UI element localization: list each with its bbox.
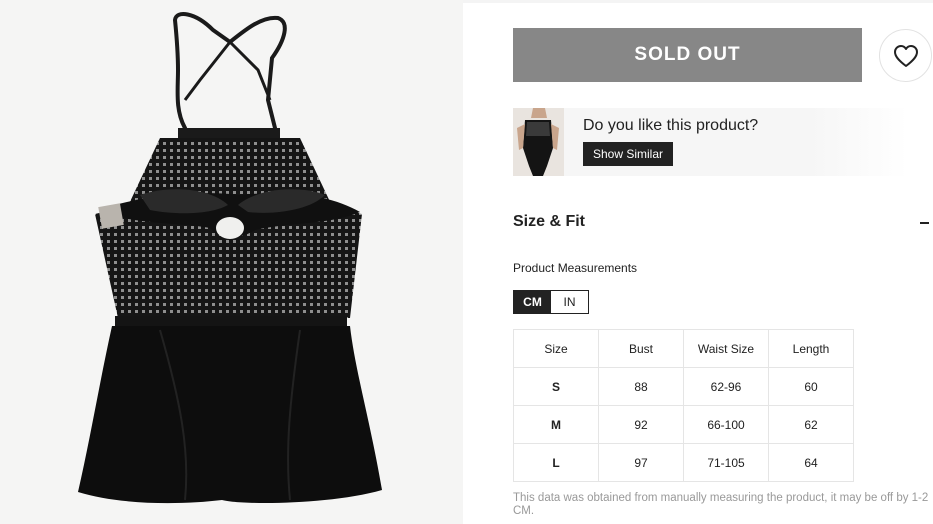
table-cell: M bbox=[513, 405, 599, 444]
table-cell: 66-100 bbox=[683, 405, 769, 444]
table-cell: 60 bbox=[768, 367, 854, 406]
measurement-disclaimer: This data was obtained from manually mea… bbox=[513, 492, 929, 517]
product-image bbox=[0, 0, 463, 524]
product-measurements-label: Product Measurements bbox=[513, 261, 638, 275]
swimsuit-photo bbox=[0, 0, 463, 524]
unit-toggle: CM IN bbox=[513, 290, 589, 314]
model-photo-icon bbox=[513, 108, 564, 176]
table-cell: S bbox=[513, 367, 599, 406]
show-similar-button[interactable]: Show Similar bbox=[583, 142, 674, 166]
heart-icon bbox=[893, 44, 918, 67]
similar-product-thumbnail[interactable] bbox=[513, 108, 564, 176]
table-cell: 64 bbox=[768, 443, 854, 482]
table-row: S 88 62-96 60 bbox=[513, 367, 854, 406]
similar-question: Do you like this product? bbox=[583, 117, 759, 134]
size-table: Size Bust Waist Size Length S 88 62-96 6… bbox=[513, 329, 854, 482]
collapse-minus-icon[interactable] bbox=[920, 222, 929, 224]
table-header-row: Size Bust Waist Size Length bbox=[513, 329, 854, 368]
wishlist-button[interactable] bbox=[879, 29, 932, 82]
similar-products-banner: Do you like this product? Show Similar bbox=[513, 108, 908, 176]
size-fit-title[interactable]: Size & Fit bbox=[513, 213, 585, 231]
sold-out-button[interactable]: SOLD OUT bbox=[513, 28, 862, 82]
top-divider bbox=[463, 0, 933, 3]
column-header: Size bbox=[513, 329, 599, 368]
column-header: Length bbox=[768, 329, 854, 368]
table-cell: 88 bbox=[598, 367, 684, 406]
table-cell: 92 bbox=[598, 405, 684, 444]
column-header: Bust bbox=[598, 329, 684, 368]
table-row: L 97 71-105 64 bbox=[513, 443, 854, 482]
column-header: Waist Size bbox=[683, 329, 769, 368]
table-cell: 71-105 bbox=[683, 443, 769, 482]
product-details-panel: SOLD OUT Do you like this product? Show … bbox=[463, 0, 933, 524]
unit-cm-button[interactable]: CM bbox=[514, 291, 551, 313]
table-cell: 62-96 bbox=[683, 367, 769, 406]
unit-in-button[interactable]: IN bbox=[551, 291, 588, 313]
table-cell: 62 bbox=[768, 405, 854, 444]
table-row: M 92 66-100 62 bbox=[513, 405, 854, 444]
table-cell: L bbox=[513, 443, 599, 482]
table-cell: 97 bbox=[598, 443, 684, 482]
